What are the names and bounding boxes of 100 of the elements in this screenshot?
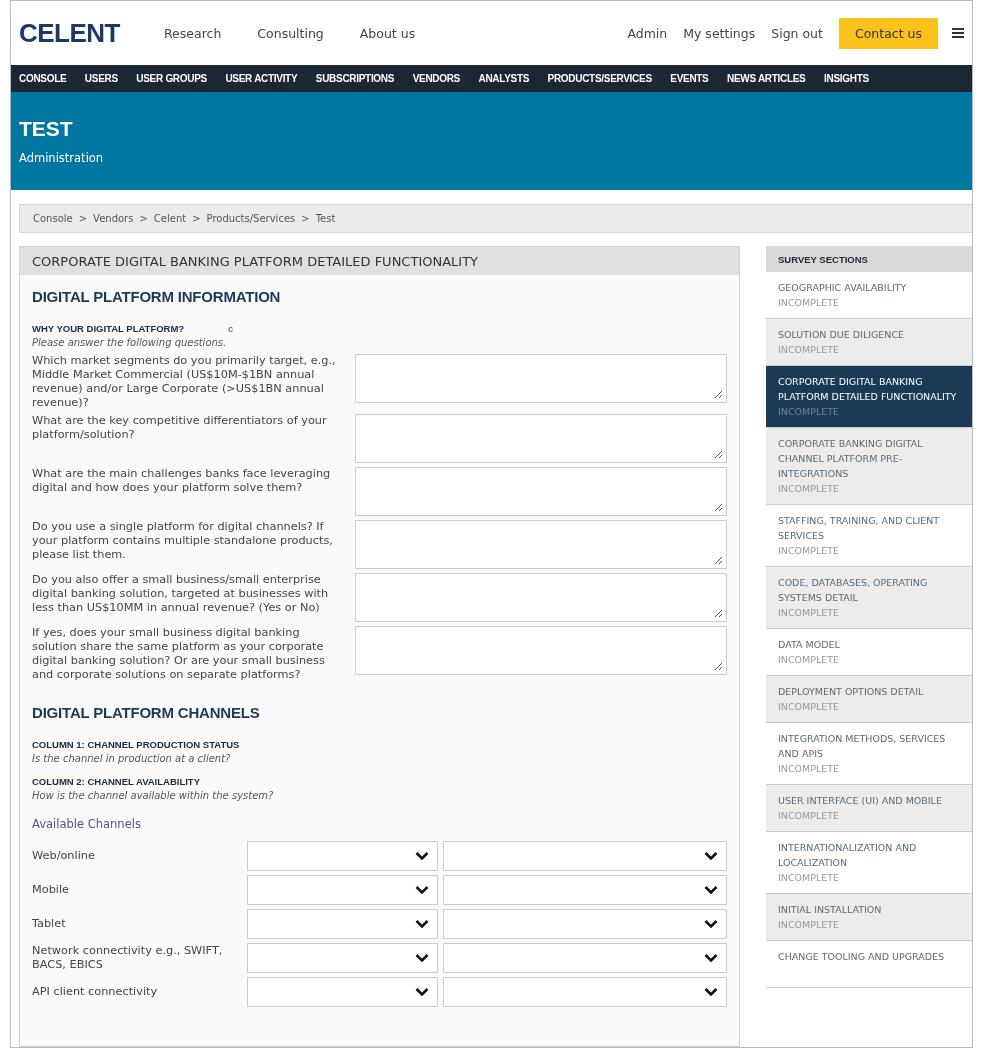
- section-status: INCOMPLETE: [778, 606, 841, 620]
- admin-nav-link[interactable]: CONSOLE: [19, 73, 67, 84]
- answer-textarea[interactable]: [355, 573, 727, 622]
- channel-label: Web/online: [32, 849, 96, 863]
- logo[interactable]: CELENT: [19, 17, 120, 49]
- question-label: Which market segments do you primarily target, e.g., Middle Market Commercial (US$10M-$1BN annual revenue) and/or Large Corporate (>US$1BN annual revenue)?: [32, 354, 337, 410]
- breadcrumb-link[interactable]: Products/Services: [206, 213, 296, 224]
- survey-section-item[interactable]: INITIAL INSTALLATION INCOMPLETE: [766, 894, 972, 941]
- question-label: What are the main challenges banks face leveraging digital and how does your platform solve them?: [32, 467, 332, 496]
- chevron-down-icon: [704, 851, 718, 861]
- question-label: Do you also offer a small business/small enterprise digital banking solution, targeted at businesses with less than US$10MM in annual revenue? (Yes or No): [32, 573, 330, 616]
- section-name: INTEGRATION METHODS, SERVICES AND APIS: [778, 733, 946, 759]
- section-name: STAFFING, TRAINING, AND CLIENT SERVICES: [778, 515, 940, 541]
- survey-section-item[interactable]: CORPORATE BANKING DIGITAL CHANNEL PLATFORM PRE-INTEGRATIONS INCOMPLETE: [766, 428, 972, 505]
- answer-textarea[interactable]: [355, 520, 727, 569]
- status-dropdown[interactable]: [246, 841, 439, 871]
- admin-nav-link[interactable]: USERS: [84, 73, 118, 84]
- admin-nav-link[interactable]: USER ACTIVITY: [225, 73, 298, 84]
- column-heading: COLUMN 2: CHANNEL AVAILABILITY: [32, 776, 201, 787]
- chevron-down-icon: [415, 885, 430, 895]
- page-subtitle: Administration: [19, 151, 105, 165]
- contact-button[interactable]: Contact us: [838, 17, 938, 49]
- admin-nav-link[interactable]: EVENTS: [670, 73, 709, 84]
- availability-dropdown[interactable]: [443, 909, 727, 939]
- admin-nav-link[interactable]: NEWS ARTICLES: [727, 73, 806, 84]
- user-link[interactable]: My settings: [683, 25, 756, 41]
- chevron-down-icon: [704, 987, 718, 997]
- admin-nav-link[interactable]: SUBSCRIPTIONS: [315, 73, 395, 84]
- survey-section-item[interactable]: CODE, DATABASES, OPERATING SYSTEMS DETAIL INCOMPLETE: [766, 567, 972, 629]
- column-hint: How is the channel available within the system?: [32, 790, 275, 801]
- channel-label: Network connectivity e.g., SWIFT, BACS, EBICS: [32, 944, 224, 972]
- nav-link[interactable]: Research: [164, 25, 222, 41]
- resize-grip-icon: [713, 661, 723, 671]
- admin-nav-link[interactable]: VENDORS: [412, 73, 460, 84]
- breadcrumb-separator: >: [139, 213, 148, 224]
- section-status: INCOMPLETE: [778, 918, 841, 932]
- admin-nav-link[interactable]: USER GROUPS: [136, 73, 207, 84]
- resize-grip-icon: [713, 608, 723, 618]
- question-label: Do you use a single platform for digital channels? If your platform contains multiple standalone products, please list them.: [32, 520, 334, 563]
- section-status: INCOMPLETE: [778, 343, 841, 357]
- survey-section-item[interactable]: SOLUTION DUE DILIGENCE INCOMPLETE: [766, 319, 972, 366]
- availability-dropdown[interactable]: [443, 875, 727, 905]
- admin-nav-link[interactable]: ANALYSTS: [478, 73, 530, 84]
- page-title: TEST: [19, 117, 74, 141]
- availability-dropdown[interactable]: [443, 977, 727, 1007]
- channel-label: API client connectivity: [32, 985, 159, 999]
- breadcrumb-separator: >: [78, 213, 88, 224]
- section-heading: DIGITAL PLATFORM CHANNELS: [32, 704, 261, 721]
- resize-grip-icon: [713, 389, 723, 399]
- breadcrumb-link[interactable]: Vendors: [93, 213, 134, 224]
- question-label: What are the key competitive differentiators of your platform/solution?: [32, 414, 328, 443]
- section-name: CHANGE TOOLING AND UPGRADES: [778, 951, 945, 962]
- question-label: If yes, does your small business digital banking solution share the same platform as your corporate digital banking solution? Or are your small business and corporate solutions on separate platforms?: [32, 626, 326, 682]
- sidebar-title: SURVEY SECTIONS: [766, 246, 972, 272]
- status-dropdown[interactable]: [246, 943, 439, 973]
- section-status: INCOMPLETE: [778, 809, 841, 823]
- user-link[interactable]: Admin: [627, 25, 668, 41]
- breadcrumb-link[interactable]: Celent: [153, 213, 187, 224]
- survey-section-item[interactable]: CORPORATE DIGITAL BANKING PLATFORM DETAILED FUNCTIONALITY INCOMPLETE: [766, 366, 972, 428]
- subsection-heading: WHY YOUR DIGITAL PLATFORM?: [32, 323, 185, 334]
- status-dropdown[interactable]: [246, 909, 439, 939]
- chevron-down-icon: [415, 953, 430, 963]
- chevron-down-icon: [704, 885, 718, 895]
- section-status: INCOMPLETE: [778, 762, 841, 776]
- admin-nav-link[interactable]: INSIGHTS: [824, 73, 869, 84]
- answer-textarea[interactable]: [355, 414, 727, 463]
- breadcrumb-separator: >: [192, 213, 201, 224]
- section-name: INITIAL INSTALLATION: [778, 904, 882, 915]
- breadcrumb-link[interactable]: Test: [315, 213, 336, 224]
- breadcrumb-link[interactable]: Console: [33, 213, 73, 224]
- status-dropdown[interactable]: [246, 977, 439, 1007]
- breadcrumb-separator: >: [301, 213, 310, 224]
- menu-icon[interactable]: [952, 28, 964, 38]
- survey-section-item[interactable]: DEPLOYMENT OPTIONS DETAIL INCOMPLETE: [766, 676, 972, 723]
- column-hint: Is the channel in production at a client?: [32, 753, 232, 764]
- answer-textarea[interactable]: [355, 467, 727, 516]
- form-title: CORPORATE DIGITAL BANKING PLATFORM DETAILED FUNCTIONALITY: [20, 247, 739, 275]
- section-name: GEOGRAPHIC AVAILABILITY: [778, 282, 907, 293]
- admin-nav-link[interactable]: PRODUCTS/SERVICES: [547, 73, 652, 84]
- section-name: CODE, DATABASES, OPERATING SYSTEMS DETAIL: [778, 577, 928, 603]
- availability-dropdown[interactable]: [443, 841, 727, 871]
- resize-grip-icon: [713, 555, 723, 565]
- status-dropdown[interactable]: [246, 875, 439, 905]
- availability-dropdown[interactable]: [443, 943, 727, 973]
- answer-textarea[interactable]: [355, 626, 727, 675]
- chevron-down-icon: [415, 851, 430, 861]
- section-status: INCOMPLETE: [778, 700, 841, 714]
- section-status: INCOMPLETE: [778, 653, 841, 667]
- chevron-down-icon: [415, 987, 430, 997]
- answer-textarea[interactable]: [355, 354, 727, 403]
- section-status: INCOMPLETE: [778, 405, 841, 419]
- survey-section-item[interactable]: USER INTERFACE (UI) AND MOBILE INCOMPLETE: [766, 785, 972, 832]
- section-name: CORPORATE DIGITAL BANKING PLATFORM DETAILED FUNCTIONALITY: [778, 376, 957, 402]
- resize-grip-icon: [713, 449, 723, 459]
- column-heading: COLUMN 1: CHANNEL PRODUCTION STATUS: [32, 739, 241, 750]
- nav-link[interactable]: Consulting: [257, 25, 324, 41]
- nav-link[interactable]: About us: [359, 25, 416, 41]
- section-name: SOLUTION DUE DILIGENCE: [778, 329, 905, 340]
- channel-label: Tablet: [32, 917, 67, 931]
- user-link[interactable]: Sign out: [771, 25, 823, 41]
